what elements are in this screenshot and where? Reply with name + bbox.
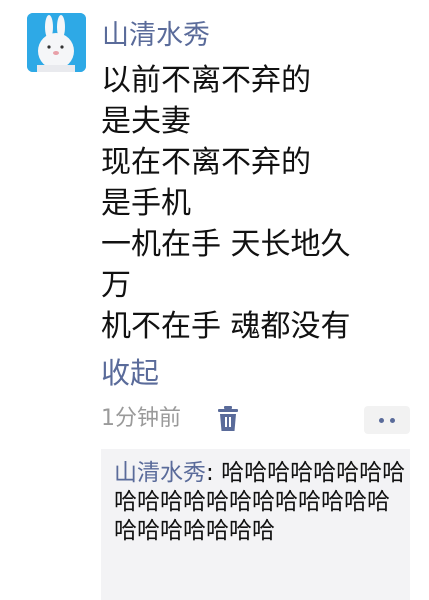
comment-author[interactable]: 山清水秀 xyxy=(114,460,206,486)
post-line: 机不在手 魂都没有 xyxy=(101,309,351,344)
post-line: 现在不离不弃的 xyxy=(101,145,311,180)
comment-item[interactable]: 山清水秀: 哈哈哈哈哈哈哈哈哈哈哈哈哈哈哈哈哈哈哈哈哈哈哈哈哈哈哈 xyxy=(114,459,406,546)
post-line: 一机在手 天长地久 xyxy=(101,227,351,262)
dot-icon xyxy=(379,418,384,423)
post-content: 以前不离不弃的 是夫妻 现在不离不弃的 是手机 一机在手 天长地久 万 机不在手… xyxy=(101,60,421,347)
trash-icon[interactable] xyxy=(216,406,240,432)
post-time: 1分钟前 xyxy=(101,406,181,431)
post-author-name[interactable]: 山清水秀 xyxy=(102,16,210,56)
more-dots-icon[interactable] xyxy=(364,406,410,434)
comment-separator: : xyxy=(206,460,222,486)
collapse-link[interactable]: 收起 xyxy=(101,353,159,393)
post-line: 以前不离不弃的 xyxy=(101,63,311,98)
post-line: 是夫妻 xyxy=(101,104,191,139)
post-line: 万 xyxy=(101,268,131,303)
rabbit-avatar-icon xyxy=(27,13,86,72)
comment-area: 山清水秀: 哈哈哈哈哈哈哈哈哈哈哈哈哈哈哈哈哈哈哈哈哈哈哈哈哈哈哈 xyxy=(101,449,410,600)
post-line: 是手机 xyxy=(101,186,191,221)
avatar[interactable] xyxy=(27,13,86,72)
dot-icon xyxy=(390,418,395,423)
